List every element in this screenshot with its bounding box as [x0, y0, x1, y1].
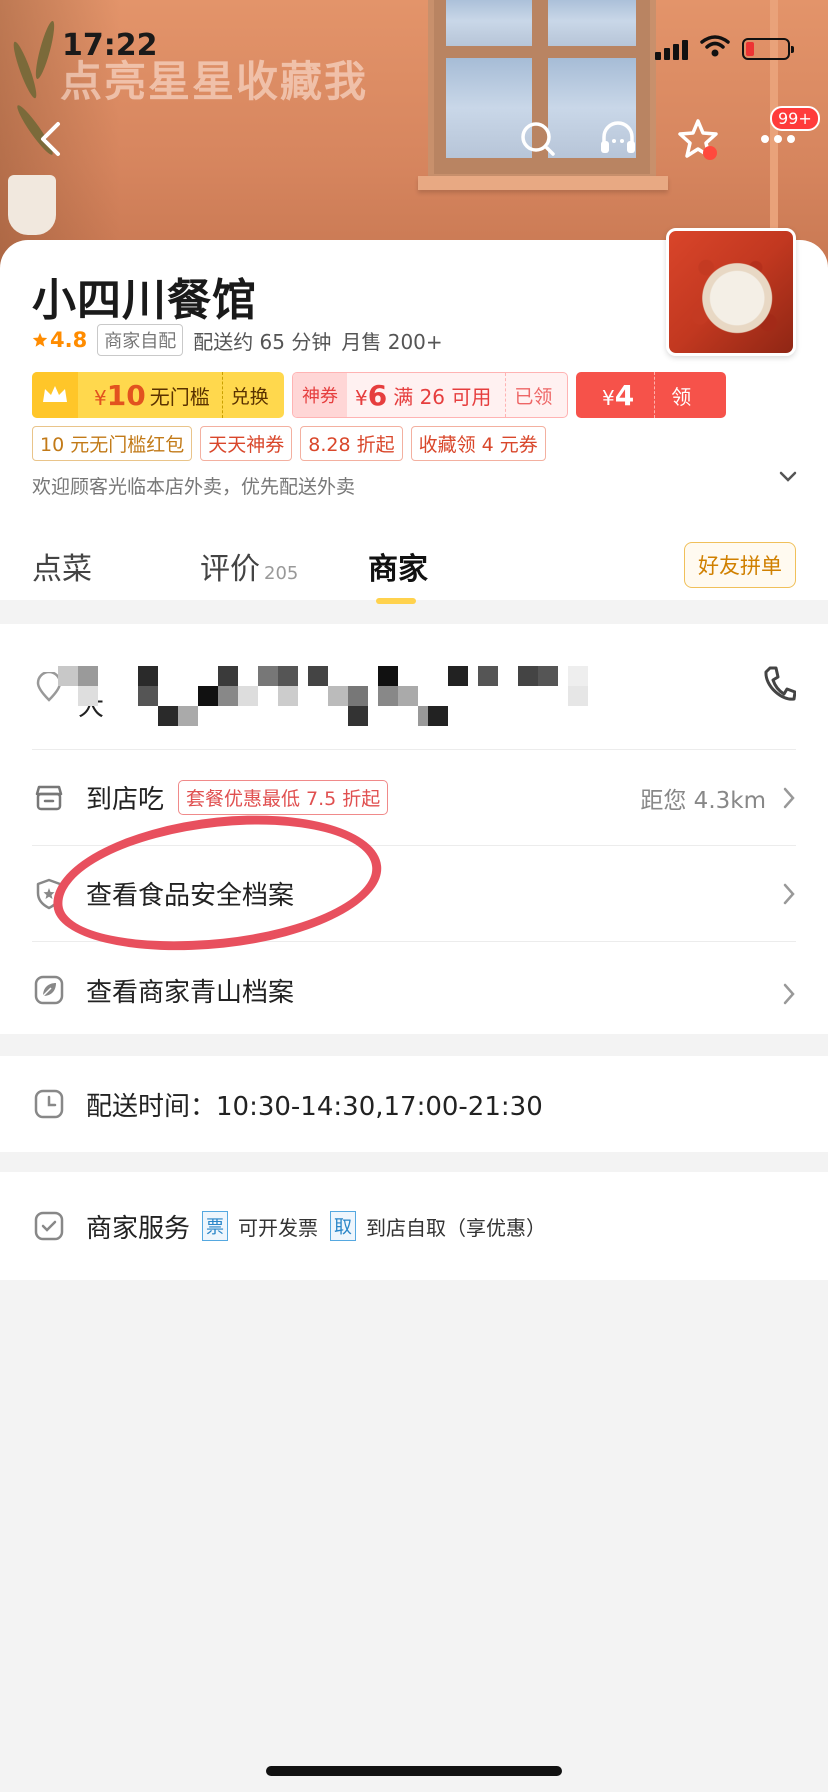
delivery-hours-section: 配送时间：10:30-14:30,17:00-21:30 [0, 1056, 828, 1152]
chevron-right-icon [783, 983, 795, 1005]
more-icon [761, 135, 795, 143]
invoice-badge: 票 [202, 1211, 229, 1241]
store-notice: 欢迎顾客光临本店外卖，优先配送外卖 [32, 476, 356, 498]
shen-coupon[interactable]: 神券 ¥6 满 26 可用 已领 [292, 372, 568, 418]
leaf-icon [34, 975, 64, 1005]
tab-reviews[interactable]: 评价 205 [200, 544, 298, 588]
invoice-text: 可开发票 [238, 1215, 319, 1240]
search-button[interactable] [514, 115, 562, 163]
tab-merchant[interactable]: 商家 [368, 544, 428, 588]
chevron-left-icon [41, 122, 60, 156]
promo-tag: 天天神券 [200, 426, 293, 461]
home-indicator [266, 1766, 562, 1776]
battery-icon [742, 38, 794, 60]
pickup-badge: 取 [330, 1211, 357, 1241]
search-icon [521, 122, 555, 156]
checkbox-icon [34, 1211, 64, 1241]
back-button[interactable] [26, 115, 74, 163]
favorite-button[interactable] [674, 115, 722, 163]
promo-tag: 10 元无门槛红包 [32, 426, 193, 461]
delivery-hours-row: 配送时间：10:30-14:30,17:00-21:30 [32, 1056, 796, 1152]
signal-icon [655, 40, 689, 60]
shen-coupon-label: 满 26 可用 [393, 384, 492, 409]
status-bar: 17:22 [0, 0, 828, 100]
rating-value: 4.8 [50, 328, 88, 352]
active-tab-indicator [376, 598, 416, 604]
green-archive-row[interactable]: 查看商家青山档案 [32, 942, 796, 1038]
dine-in-label: 到店吃 [86, 785, 165, 815]
tab-menu[interactable]: 点菜 [32, 544, 92, 588]
address-redaction [18, 656, 708, 736]
pickup-text: 到店自取（享优惠） [366, 1215, 547, 1240]
notification-badge: 99+ [770, 106, 820, 131]
green-archive-label: 查看商家青山档案 [86, 977, 295, 1008]
crown-icon [32, 372, 78, 418]
delivery-hours-text: 配送时间：10:30-14:30,17:00-21:30 [86, 1091, 543, 1122]
services-label: 商家服务 [86, 1213, 191, 1244]
promo-tag: 收藏领 4 元券 [410, 426, 546, 461]
dine-in-discount-tag: 套餐优惠最低 7.5 折起 [178, 780, 389, 815]
vase-decor [8, 175, 56, 235]
store-name: 小四川餐馆 [32, 275, 257, 326]
vip-coupon-amount: ¥10 [94, 378, 146, 412]
merchant-services-row: 商家服务 票 可开发票 取 到店自取（享优惠） [32, 1172, 796, 1280]
store-thumbnail[interactable] [666, 228, 796, 356]
vip-coupon-label: 无门槛 [149, 384, 210, 409]
vip-coupon[interactable]: ¥10 无门槛 兑换 [32, 372, 284, 418]
promo-tags: 10 元无门槛红包 天天神券 8.28 折起 收藏领 4 元券 [32, 426, 546, 461]
shen-coupon-tag: 神券 [293, 373, 347, 417]
delivery-time: 配送约 65 分钟 [193, 329, 332, 354]
delivery-tag: 商家自配 [97, 324, 184, 356]
distance: 距您 4.3km [640, 787, 766, 814]
chevron-right-icon [783, 883, 795, 905]
star-filled-icon [32, 332, 48, 347]
chevron-right-icon [783, 787, 795, 809]
wifi-icon [700, 35, 730, 57]
red-coupon-amount: ¥4 [602, 378, 635, 412]
review-count: 205 [264, 563, 299, 584]
phone-icon[interactable] [762, 664, 796, 704]
store-meta: 4.8 商家自配 配送约 65 分钟 月售 200+ [32, 324, 443, 356]
star-icon [678, 119, 718, 160]
customer-service-button[interactable] [594, 115, 642, 163]
coupon-row: ¥10 无门槛 兑换 神券 ¥6 满 26 可用 已领 ¥4 领 [32, 372, 726, 418]
promo-tag: 8.28 折起 [300, 426, 403, 461]
monthly-sales: 月售 200+ [341, 329, 443, 354]
rating: 4.8 [32, 328, 87, 352]
shelf-decor [418, 176, 668, 190]
clock-icon [34, 1089, 64, 1119]
status-time: 17:22 [62, 28, 158, 63]
shen-coupon-amount: ¥6 [355, 378, 388, 412]
vip-coupon-exchange-button[interactable]: 兑换 [231, 382, 269, 409]
red-coupon-claim-button[interactable]: 领 [671, 381, 691, 410]
headset-icon [601, 121, 635, 153]
merchant-services-section: 商家服务 票 可开发票 取 到店自取（享优惠） [0, 1172, 828, 1280]
red-coupon[interactable]: ¥4 领 [576, 372, 726, 418]
shen-coupon-claimed: 已领 [514, 385, 553, 408]
store-icon [34, 783, 64, 813]
merchant-info-section: 大 到店吃 套餐优惠最低 7.5 折起 距您 4.3km 查看食品安全档案 查看… [0, 624, 828, 1034]
group-order-button[interactable]: 好友拼单 [684, 542, 796, 588]
chevron-down-icon[interactable] [778, 470, 798, 484]
